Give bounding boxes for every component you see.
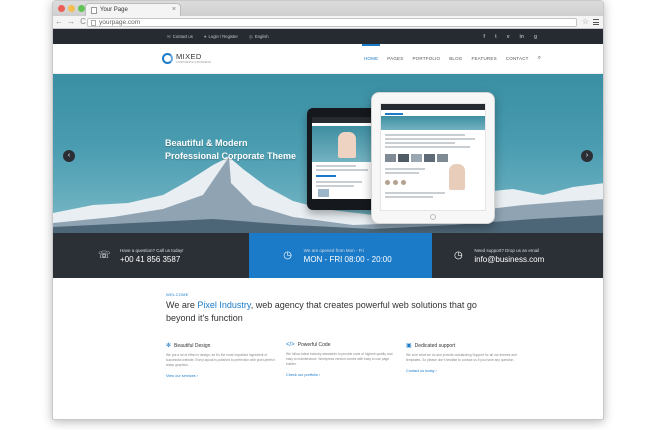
feature-body: We love what we do and provide outstandi… — [406, 353, 517, 363]
feature-title: Beautiful Design — [174, 342, 211, 349]
tablet-home-button — [430, 214, 436, 220]
site-logo[interactable]: MIXED CORPORATE & BUSINESS — [162, 53, 211, 64]
welcome-section: WELCOME We are Pixel Industry, web agenc… — [53, 278, 603, 379]
feature-design: ✻ Beautiful Design We put a lot of effor… — [166, 342, 286, 378]
topbar-login[interactable]: ● Login / Register — [204, 34, 238, 39]
feature-title: Dedicated support — [414, 342, 456, 349]
info-hours: ◷ We are opened from Mon - Fri MON - FRI… — [248, 233, 433, 278]
slider-prev-button[interactable]: ‹ — [63, 150, 75, 162]
hamburger-menu-icon[interactable] — [593, 19, 599, 25]
twitter-icon[interactable]: t — [495, 34, 497, 40]
info-phone: ☏ Have a question? Call us today! +00 41… — [53, 233, 249, 278]
welcome-kicker: WELCOME — [166, 292, 189, 297]
lead-company-name: Pixel Industry — [197, 300, 251, 310]
vimeo-icon[interactable]: v — [507, 34, 510, 40]
user-icon: ● — [203, 34, 207, 39]
hero-heading-line2: Professional Corporate Theme — [165, 151, 297, 162]
welcome-lead: We are Pixel Industry, web agency that c… — [166, 299, 506, 325]
google-plus-icon[interactable]: g — [534, 34, 537, 40]
envelope-icon: ✉ — [167, 33, 171, 39]
feature-body: We follow latest industry standards to p… — [286, 352, 393, 366]
nav-item-blog[interactable]: BLOG — [449, 56, 462, 61]
minimize-window-icon[interactable] — [68, 5, 75, 12]
forward-icon[interactable]: → — [65, 18, 77, 26]
topbar-language-label: English — [254, 34, 269, 39]
maximize-window-icon[interactable] — [78, 5, 85, 12]
window-controls — [58, 5, 85, 12]
nav-item-portfolio[interactable]: PORTFOLIO — [412, 56, 440, 61]
main-nav: HOME PAGES PORTFOLIO BLOG FEATURES CONTA… — [361, 44, 541, 62]
info-strip: ☏ Have a question? Call us today! +00 41… — [53, 233, 603, 278]
globe-icon: ◎ — [248, 33, 253, 39]
topbar-language[interactable]: ◎ English — [249, 34, 269, 40]
hero-heading-line1: Beautiful & Modern — [165, 138, 248, 148]
bookmark-star-icon[interactable]: ☆ — [582, 17, 589, 26]
feature-code: </> Powerful Code We follow latest indus… — [286, 342, 406, 378]
tab-title: Your Page — [100, 7, 128, 13]
search-icon[interactable]: ⌕ — [538, 55, 541, 62]
view-services-link[interactable]: View our services › — [166, 374, 278, 378]
features-row: ✻ Beautiful Design We put a lot of effor… — [166, 342, 526, 378]
code-icon: </> — [286, 342, 295, 349]
info-hours-label: We are opened from Mon - Fri — [303, 247, 364, 253]
nav-item-features[interactable]: FEATURES — [472, 56, 497, 61]
tablet-white-screen — [380, 103, 486, 211]
feature-title: Powerful Code — [297, 342, 331, 349]
contact-us-link[interactable]: Contact us today › — [406, 369, 518, 373]
logo-title: MIXED — [176, 51, 202, 61]
info-email-value[interactable]: info@business.com — [474, 255, 544, 264]
info-phone-value[interactable]: +00 41 856 3587 — [120, 255, 184, 264]
address-bar[interactable]: yourpage.com — [87, 18, 577, 27]
logo-tagline: CORPORATE & BUSINESS — [176, 60, 212, 65]
nav-item-contact[interactable]: CONTACT — [506, 56, 529, 61]
browser-toolbar: ← → C yourpage.com ☆ — [53, 16, 603, 29]
slider-next-button[interactable]: › — [581, 150, 593, 162]
close-window-icon[interactable] — [58, 5, 65, 12]
facebook-icon[interactable]: f — [483, 34, 485, 40]
browser-tab[interactable]: Your Page × — [85, 3, 181, 16]
support-icon: ▣ — [406, 343, 412, 350]
tablet-white-mockup — [371, 92, 495, 224]
site-topbar: ✉ Contact us ● Login / Register ◎ Englis… — [53, 29, 603, 44]
feature-body: We put a lot of effort in design, as it'… — [166, 353, 275, 367]
info-phone-label: Have a question? Call us today! — [120, 247, 184, 253]
topbar-login-label: Login / Register — [208, 34, 238, 39]
linkedin-icon[interactable]: in — [519, 34, 523, 40]
logo-words: MIXED CORPORATE & BUSINESS — [176, 53, 211, 64]
topbar-contact-label: Contact us — [172, 34, 193, 39]
browser-tabstrip: Your Page × — [53, 1, 603, 16]
tab-close-icon[interactable]: × — [172, 6, 176, 13]
info-email-label: Need support? Drop us an email — [474, 247, 540, 253]
logo-mark-icon — [162, 52, 173, 64]
hero-slider: Beautiful & Modern Professional Corporat… — [53, 74, 603, 233]
info-hours-value: MON - FRI 08:00 - 20:00 — [303, 254, 392, 264]
lead-text-start: We are — [166, 300, 198, 310]
clock-icon: ◷ — [283, 250, 293, 261]
design-icon: ✻ — [166, 343, 172, 350]
support-icon: ◷ — [453, 250, 463, 261]
browser-window: Your Page × ← → C yourpage.com ☆ ✉ Conta… — [52, 0, 604, 420]
page-icon — [91, 19, 96, 26]
hero-heading: Beautiful & Modern Professional Corporat… — [165, 137, 305, 163]
site-header: MIXED CORPORATE & BUSINESS HOME PAGES PO… — [53, 44, 603, 74]
phone-icon: ☏ — [98, 250, 111, 261]
nav-item-pages[interactable]: PAGES — [387, 56, 403, 61]
page-favicon-icon — [91, 6, 97, 14]
info-email: ◷ Need support? Drop us an email info@bu… — [432, 233, 603, 278]
check-portfolio-link[interactable]: Check our portfolio › — [286, 373, 398, 377]
feature-support: ▣ Dedicated support We love what we do a… — [406, 342, 526, 378]
social-links: f t v in g — [483, 34, 537, 40]
topbar-contact[interactable]: ✉ Contact us — [167, 34, 193, 40]
back-icon[interactable]: ← — [53, 18, 65, 26]
url-text[interactable]: yourpage.com — [99, 19, 140, 26]
nav-item-home[interactable]: HOME — [361, 44, 381, 61]
